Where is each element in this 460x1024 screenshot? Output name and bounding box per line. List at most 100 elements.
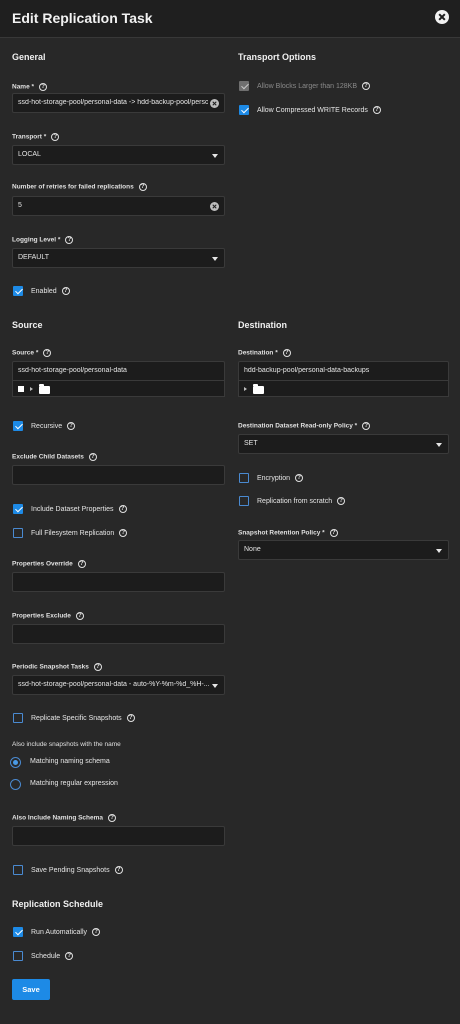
help-circle-icon[interactable]: ? <box>295 474 304 482</box>
section-transport-options-title: Transport Options <box>238 52 317 62</box>
help-circle-icon[interactable]: ? <box>92 928 101 936</box>
full-fs-label-text: Full Filesystem Replication <box>31 529 115 537</box>
help-circle-icon[interactable]: ? <box>126 714 135 722</box>
folder-icon <box>39 384 50 394</box>
help-circle-icon[interactable]: ? <box>67 422 76 430</box>
radio-unselected-icon[interactable] <box>10 779 21 790</box>
scratch-label-text: Replication from scratch <box>257 497 333 505</box>
help-circle-icon[interactable]: ? <box>329 529 338 537</box>
tree-node-checkbox[interactable] <box>18 386 24 392</box>
periodic-select[interactable]: ssd-hot-storage-pool/personal-data - aut… <box>12 675 225 695</box>
recursive-label-text: Recursive <box>31 422 63 430</box>
schedule-label: Schedule? <box>31 952 74 960</box>
checkbox-unchecked-icon[interactable] <box>13 951 23 961</box>
help-circle-icon[interactable]: ? <box>39 83 48 91</box>
transport-select[interactable]: LOCAL <box>12 145 225 165</box>
checkbox-checked-icon[interactable] <box>13 504 23 514</box>
include-props-label-text: Include Dataset Properties <box>31 505 114 513</box>
periodic-label: Periodic Snapshot Tasks? <box>12 663 102 671</box>
expand-arrow-icon[interactable] <box>30 387 33 391</box>
checkbox-unchecked-icon[interactable] <box>13 713 23 723</box>
retries-input[interactable]: 5 <box>12 196 225 216</box>
checkbox-checked-icon[interactable] <box>239 105 249 115</box>
checkbox-unchecked-icon[interactable] <box>13 528 23 538</box>
transport-value: LOCAL <box>18 151 41 158</box>
checkbox-checked-icon[interactable] <box>13 927 23 937</box>
also-naming-label: Also Include Naming Schema? <box>12 814 117 822</box>
help-circle-icon[interactable]: ? <box>118 505 127 513</box>
schedule-label-text: Schedule <box>31 952 61 960</box>
also-naming-label-text: Also Include Naming Schema <box>12 814 104 822</box>
help-circle-icon[interactable]: ? <box>88 453 97 461</box>
source-tree[interactable] <box>12 381 225 397</box>
section-general-title: General <box>12 52 46 62</box>
help-circle-icon[interactable]: ? <box>337 497 346 505</box>
retention-label-text: Snapshot Retention Policy * <box>238 529 325 537</box>
readonly-policy-label: Destination Dataset Read-only Policy *? <box>238 422 371 430</box>
source-input[interactable]: ssd-hot-storage-pool/personal-data <box>12 361 225 381</box>
chevron-down-icon <box>212 257 218 261</box>
save-pending-label: Save Pending Snapshots? <box>31 866 123 874</box>
also-naming-input[interactable] <box>12 826 225 846</box>
help-circle-icon[interactable]: ? <box>138 183 147 191</box>
help-circle-icon[interactable]: ? <box>65 952 74 960</box>
help-circle-icon[interactable]: ? <box>362 82 370 90</box>
save-pending-label-text: Save Pending Snapshots <box>31 866 110 874</box>
help-circle-icon[interactable]: ? <box>119 529 128 537</box>
checkbox-checked-icon[interactable] <box>13 421 23 431</box>
encryption-label-text: Encryption <box>257 474 291 482</box>
destination-tree[interactable] <box>238 381 449 397</box>
enabled-label-text: Enabled <box>31 287 57 295</box>
full-fs-label: Full Filesystem Replication? <box>31 529 128 537</box>
source-label-text: Source * <box>12 349 39 357</box>
help-circle-icon[interactable]: ? <box>43 349 52 357</box>
checkbox-unchecked-icon[interactable] <box>239 496 249 506</box>
periodic-label-text: Periodic Snapshot Tasks <box>12 663 89 671</box>
readonly-policy-select[interactable]: SET <box>238 434 449 454</box>
periodic-value: ssd-hot-storage-pool/personal-data - aut… <box>18 681 210 688</box>
help-circle-icon[interactable]: ? <box>77 560 86 568</box>
chevron-down-icon <box>212 684 218 688</box>
checkbox-unchecked-icon[interactable] <box>13 865 23 875</box>
destination-label-text: Destination * <box>238 349 278 357</box>
expand-arrow-icon[interactable] <box>244 387 247 391</box>
help-circle-icon[interactable]: ? <box>372 106 381 114</box>
logging-select[interactable]: DEFAULT <box>12 248 225 268</box>
destination-input[interactable]: hdd-backup-pool/personal-data-backups <box>238 361 449 381</box>
checkbox-unchecked-icon[interactable] <box>239 473 249 483</box>
large-blocks-label: Allow Blocks Larger than 128KB? <box>257 82 370 90</box>
props-exclude-input[interactable] <box>12 624 225 644</box>
dialog-title: Edit Replication Task <box>12 10 153 26</box>
compressed-label: Allow Compressed WRITE Records? <box>257 106 381 114</box>
help-circle-icon[interactable]: ? <box>114 866 123 874</box>
name-label-text: Name * <box>12 83 35 91</box>
transport-label: Transport *? <box>12 133 60 141</box>
help-circle-icon[interactable]: ? <box>65 236 74 244</box>
section-destination-title: Destination <box>238 320 288 330</box>
help-circle-icon[interactable]: ? <box>108 814 117 822</box>
checkbox-checked-icon[interactable] <box>13 286 23 296</box>
checkbox-disabled-icon <box>239 81 249 91</box>
retention-select[interactable]: None <box>238 540 449 560</box>
exclude-input[interactable] <box>12 465 225 485</box>
name-input[interactable]: ssd-hot-storage-pool/personal-data -> hd… <box>12 93 225 113</box>
props-override-input[interactable] <box>12 572 225 592</box>
help-circle-icon[interactable]: ? <box>51 133 60 141</box>
clear-icon[interactable] <box>210 202 219 211</box>
close-icon[interactable] <box>435 10 449 24</box>
help-circle-icon[interactable]: ? <box>75 612 84 620</box>
chevron-down-icon <box>436 549 442 553</box>
clear-icon[interactable] <box>210 99 219 108</box>
help-circle-icon[interactable]: ? <box>362 422 371 430</box>
scratch-label: Replication from scratch? <box>257 497 346 505</box>
exclude-label-text: Exclude Child Datasets <box>12 453 84 461</box>
help-circle-icon[interactable]: ? <box>282 349 291 357</box>
retries-label-text: Number of retries for failed replication… <box>12 183 134 191</box>
radio-selected-icon[interactable] <box>10 757 21 768</box>
dialog-header: Edit Replication Task <box>0 0 460 38</box>
help-circle-icon[interactable]: ? <box>61 287 70 295</box>
help-circle-icon[interactable]: ? <box>93 663 102 671</box>
props-exclude-label-text: Properties Exclude <box>12 612 71 620</box>
save-button[interactable]: Save <box>12 979 50 1000</box>
props-override-label-text: Properties Override <box>12 560 73 568</box>
